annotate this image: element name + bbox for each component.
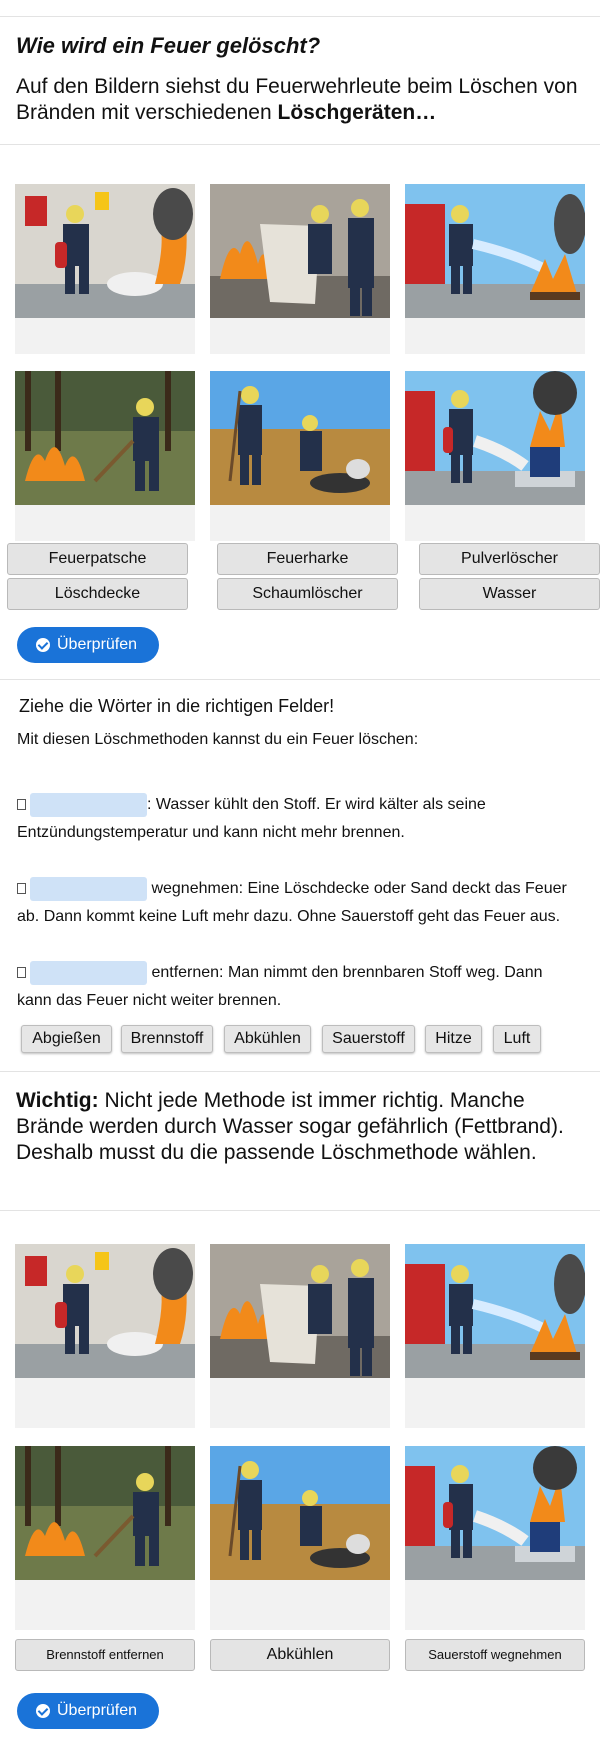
matching-task-card: Feuerpatsche Feuerharke Pulverlöscher Lö… — [0, 144, 600, 679]
word-loeschdecke[interactable]: Löschdecke — [7, 578, 188, 610]
chip-hitze[interactable]: Hitze — [425, 1025, 482, 1053]
drop-slot[interactable] — [15, 1378, 195, 1428]
fire-extinguisher-scene-icon — [15, 184, 195, 318]
water-hose-scene-icon — [405, 1244, 585, 1378]
fire-swatter-scene-icon — [210, 371, 390, 505]
checkbox-icon — [17, 967, 26, 979]
important-note-card: Wichtig: Nicht jede Methode ist immer ri… — [0, 1071, 600, 1210]
word-feuerpatsche[interactable]: Feuerpatsche — [7, 543, 188, 575]
drop-slot[interactable] — [405, 1580, 585, 1630]
foam-extinguisher-scene-icon — [405, 371, 585, 505]
cloze-item-2-line2: ab. Dann kommt keine Luft mehr dazu. Ohn… — [17, 908, 561, 925]
important-text: Nicht jede Methode ist immer richtig. Ma… — [16, 1089, 564, 1164]
drop-slot[interactable] — [210, 318, 390, 354]
chip-sauerstoff[interactable]: Sauerstoff — [322, 1025, 415, 1053]
intro-bold: Löschgeräten… — [277, 101, 437, 124]
word-wasser[interactable]: Wasser — [419, 578, 600, 610]
important-note: Wichtig: Nicht jede Methode ist immer ri… — [16, 1088, 576, 1166]
gap-field-1[interactable] — [30, 792, 147, 817]
checkbox-icon — [17, 799, 26, 811]
drop-slot[interactable] — [15, 318, 195, 354]
cloze-item-3-line2: kann das Feuer nicht weiter brennen. — [17, 992, 282, 1009]
chip-luft[interactable]: Luft — [493, 1025, 541, 1053]
drop-slot[interactable] — [405, 1378, 585, 1428]
word-abkuehlen[interactable]: Abkühlen — [210, 1639, 390, 1671]
intro-card: Wie wird ein Feuer gelöscht? Auf den Bil… — [0, 16, 600, 144]
important-label: Wichtig: — [16, 1089, 99, 1112]
water-hose-scene-icon — [405, 184, 585, 318]
drop-slot[interactable] — [15, 1580, 195, 1630]
chip-brennstoff[interactable]: Brennstoff — [121, 1025, 213, 1053]
cloze-item-1-text: : Wasser kühlt den Stoff. Er wird kälter… — [147, 796, 486, 813]
cloze-instruction: Ziehe die Wörter in die richtigen Felder… — [19, 696, 335, 716]
cloze-item-2-text: wegnehmen: Eine Löschdecke oder Sand dec… — [147, 880, 567, 897]
cloze-item-3: entfernen: Man nimmt den brennbaren Stof… — [17, 959, 592, 1015]
word-brennstoff-entfernen[interactable]: Brennstoff entfernen — [15, 1639, 195, 1671]
fire-blanket-scene-icon — [210, 1244, 390, 1378]
word-pulverloescher[interactable]: Pulverlöscher — [419, 543, 600, 575]
page-title: Wie wird ein Feuer gelöscht? — [16, 33, 321, 58]
checkbox-icon — [17, 883, 26, 895]
fire-rake-scene-icon — [15, 1446, 195, 1580]
gap-field-2[interactable] — [30, 876, 147, 901]
check-circle-icon — [36, 1704, 50, 1718]
drop-slot[interactable] — [405, 505, 585, 541]
foam-extinguisher-scene-icon — [405, 1446, 585, 1580]
gap-field-3[interactable] — [30, 960, 147, 985]
check-button-2[interactable]: Überprüfen — [17, 1693, 159, 1729]
cloze-lead: Mit diesen Löschmethoden kannst du ein F… — [17, 731, 419, 748]
fire-blanket-scene-icon — [210, 184, 390, 318]
cloze-task-card: Ziehe die Wörter in die richtigen Felder… — [0, 679, 600, 1071]
intro-text: Auf den Bildern siehst du Feuerwehrleute… — [16, 74, 586, 126]
cloze-item-2: wegnehmen: Eine Löschdecke oder Sand dec… — [17, 875, 592, 931]
word-sauerstoff-wegnehmen[interactable]: Sauerstoff wegnehmen — [405, 1639, 585, 1671]
check-button-2-label: Überprüfen — [57, 1702, 138, 1719]
drop-slot[interactable] — [15, 505, 195, 541]
drop-slot[interactable] — [405, 318, 585, 354]
fire-rake-scene-icon — [15, 371, 195, 505]
cloze-item-1-line2: Entzündungstemperatur und kann nicht meh… — [17, 824, 405, 841]
word-schaumloescher[interactable]: Schaumlöscher — [217, 578, 398, 610]
drop-slot[interactable] — [210, 1580, 390, 1630]
method-task-card: Brennstoff entfernen Abkühlen Sauerstoff… — [0, 1210, 600, 1752]
fire-swatter-scene-icon — [210, 1446, 390, 1580]
word-feuerharke[interactable]: Feuerharke — [217, 543, 398, 575]
check-button[interactable]: Überprüfen — [17, 627, 159, 663]
check-circle-icon — [36, 638, 50, 652]
check-button-label: Überprüfen — [57, 636, 138, 653]
cloze-item-1: : Wasser kühlt den Stoff. Er wird kälter… — [17, 791, 592, 847]
fire-extinguisher-scene-icon — [15, 1244, 195, 1378]
cloze-item-3-text: entfernen: Man nimmt den brennbaren Stof… — [147, 964, 543, 981]
chip-abgiessen[interactable]: Abgießen — [21, 1025, 112, 1053]
chip-abkuehlen[interactable]: Abkühlen — [224, 1025, 311, 1053]
drop-slot[interactable] — [210, 505, 390, 541]
drop-slot[interactable] — [210, 1378, 390, 1428]
